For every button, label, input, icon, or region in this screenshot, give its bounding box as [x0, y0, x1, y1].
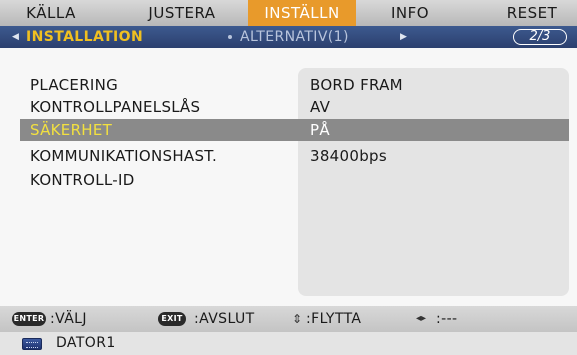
- tab-kalla[interactable]: KÄLLA: [14, 0, 88, 26]
- left-arrow-icon[interactable]: ◀: [12, 26, 19, 48]
- setting-row-sakerhet[interactable]: SÄKERHET PÅ: [20, 119, 569, 141]
- enter-key-icon: ENTER: [12, 312, 46, 326]
- up-down-icon: ⇕: [292, 312, 303, 326]
- page-indicator: 2/3: [513, 29, 567, 45]
- tab-reset[interactable]: RESET: [496, 0, 568, 26]
- exit-key-icon: EXIT: [158, 312, 186, 326]
- setting-label: KOMMUNIKATIONSHAST.: [30, 147, 218, 165]
- computer-icon: [22, 338, 42, 350]
- setting-value: BORD FRAM: [310, 76, 403, 94]
- separator-dot-icon: [228, 35, 232, 39]
- setting-row-kontroll-id[interactable]: KONTROLL-ID: [30, 169, 500, 191]
- source-bar: DATOR1: [0, 332, 577, 355]
- setting-value: AV: [310, 98, 331, 116]
- source-label: DATOR1: [56, 335, 116, 351]
- setting-label: SÄKERHET: [30, 121, 113, 139]
- setting-value: 38400bps: [310, 147, 387, 165]
- left-right-help-text: :---: [436, 311, 458, 327]
- subtab-installation[interactable]: INSTALLATION: [26, 26, 143, 48]
- subtab-alternativ[interactable]: ALTERNATIV(1): [240, 26, 349, 48]
- tab-installn[interactable]: INSTÄLLN: [248, 0, 356, 26]
- tab-justera[interactable]: JUSTERA: [134, 0, 230, 26]
- main-menu-tabs: KÄLLA JUSTERA INSTÄLLN INFO RESET: [0, 0, 577, 26]
- setting-row-placering[interactable]: PLACERING BORD FRAM: [30, 74, 500, 96]
- right-arrow-icon[interactable]: ▶: [400, 26, 407, 48]
- setting-label: KONTROLL-ID: [30, 171, 135, 189]
- setting-row-kontrollpanelslas[interactable]: KONTROLLPANELSLÅS AV: [30, 96, 500, 118]
- setting-value: PÅ: [310, 121, 330, 139]
- settings-panel: PLACERING BORD FRAM KONTROLLPANELSLÅS AV…: [0, 48, 577, 306]
- enter-help-text: :VÄLJ: [50, 311, 87, 327]
- left-right-icon: ◂▸: [416, 313, 427, 324]
- setting-label: PLACERING: [30, 76, 119, 94]
- exit-help-text: :AVSLUT: [194, 311, 255, 327]
- tab-info[interactable]: INFO: [380, 0, 440, 26]
- setting-label: KONTROLLPANELSLÅS: [30, 98, 201, 116]
- help-bar: ENTER :VÄLJ EXIT :AVSLUT ⇕ :FLYTTA ◂▸ :-…: [0, 306, 577, 332]
- setting-row-kommunikationshast[interactable]: KOMMUNIKATIONSHAST. 38400bps: [30, 145, 500, 167]
- move-help-text: :FLYTTA: [306, 311, 362, 327]
- sub-tab-bar: ◀ INSTALLATION ALTERNATIV(1) ▶ 2/3: [0, 26, 577, 48]
